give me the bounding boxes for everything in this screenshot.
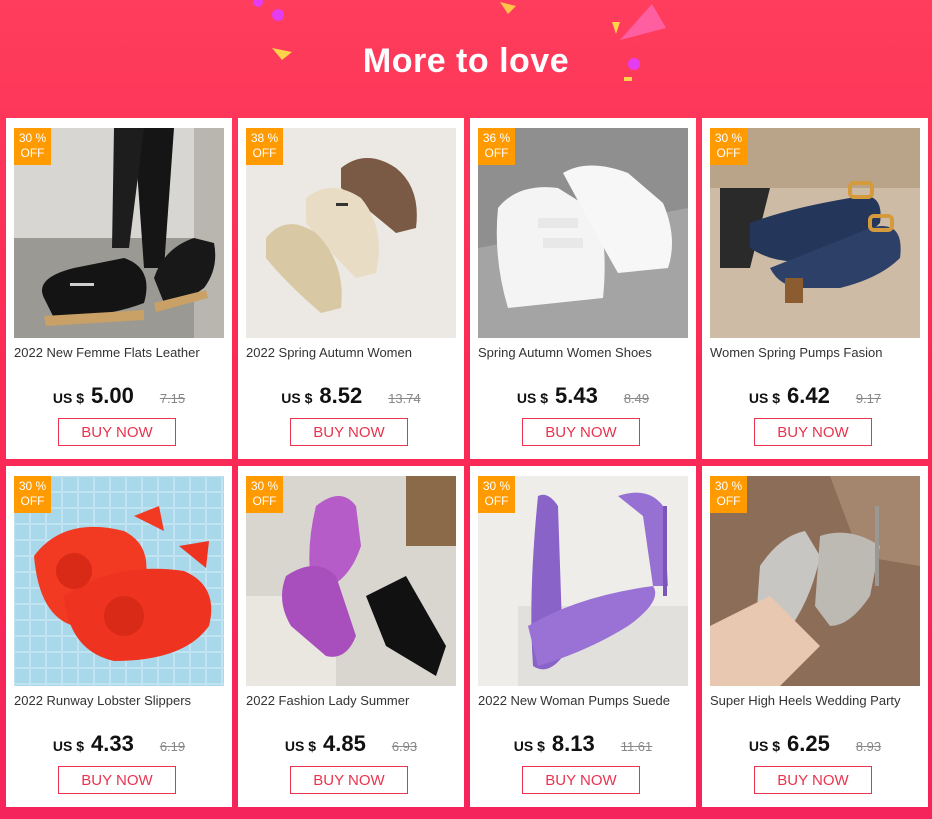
buy-now-button[interactable]: BUY NOW	[522, 418, 640, 446]
buy-now-button[interactable]: BUY NOW	[58, 418, 176, 446]
discount-value: 30 %	[18, 479, 47, 493]
price-row: US $ 4.85 6.93	[238, 731, 464, 757]
discount-badge: 30 % OFF	[14, 128, 51, 165]
price: 4.33	[90, 731, 134, 756]
discount-label: OFF	[716, 494, 741, 508]
buy-now-button[interactable]: BUY NOW	[754, 766, 872, 794]
currency: US $	[748, 390, 780, 406]
discount-badge: 30 % OFF	[710, 476, 747, 513]
original-price: 8.49	[623, 391, 650, 406]
buy-now-button[interactable]: BUY NOW	[58, 766, 176, 794]
currency: US $	[52, 738, 84, 754]
currency: US $	[513, 738, 545, 754]
discount-label: OFF	[716, 146, 741, 160]
price-row: US $ 6.42 9.17	[702, 383, 928, 409]
product-name[interactable]: 2022 Runway Lobster Slippers	[14, 693, 228, 708]
price-row: US $ 6.25 8.93	[702, 731, 928, 757]
product-grid: 30 % OFF 2022 New Femme Flats Leather US…	[6, 118, 928, 807]
product-card[interactable]: 30 % OFF 2022 New Woman Pumps Suede US $…	[470, 466, 696, 807]
original-price: 9.17	[855, 391, 882, 406]
price: 6.42	[786, 383, 830, 408]
original-price: 13.74	[388, 391, 421, 406]
original-price: 11.61	[620, 739, 653, 754]
currency: US $	[281, 390, 313, 406]
buy-now-button[interactable]: BUY NOW	[290, 766, 408, 794]
price-row: US $ 5.43 8.49	[470, 383, 696, 409]
product-name[interactable]: 2022 New Femme Flats Leather	[14, 345, 228, 360]
price-row: US $ 4.33 6.19	[6, 731, 232, 757]
discount-value: 30 %	[714, 131, 743, 145]
discount-value: 38 %	[250, 131, 279, 145]
discount-badge: 30 % OFF	[478, 476, 515, 513]
discount-label: OFF	[484, 146, 509, 160]
price-row: US $ 8.13 11.61	[470, 731, 696, 757]
product-card[interactable]: 30 % OFF Super High Heels Wedding Party …	[702, 466, 928, 807]
discount-badge: 36 % OFF	[478, 128, 515, 165]
buy-now-button[interactable]: BUY NOW	[522, 766, 640, 794]
original-price: 6.93	[391, 739, 418, 754]
discount-label: OFF	[20, 494, 45, 508]
discount-badge: 38 % OFF	[246, 128, 283, 165]
price-row: US $ 5.00 7.15	[6, 383, 232, 409]
currency: US $	[284, 738, 316, 754]
discount-value: 30 %	[18, 131, 47, 145]
discount-badge: 30 % OFF	[14, 476, 51, 513]
price-row: US $ 8.52 13.74	[238, 383, 464, 409]
discount-value: 30 %	[250, 479, 279, 493]
product-card[interactable]: 30 % OFF Women Spring Pumps Fasion US $ …	[702, 118, 928, 459]
currency: US $	[516, 390, 548, 406]
buy-now-button[interactable]: BUY NOW	[754, 418, 872, 446]
product-name[interactable]: 2022 Spring Autumn Women	[246, 345, 460, 360]
product-card[interactable]: 38 % OFF 2022 Spring Autumn Women US $ 8…	[238, 118, 464, 459]
discount-label: OFF	[252, 494, 277, 508]
product-card[interactable]: 30 % OFF 2022 New Femme Flats Leather US…	[6, 118, 232, 459]
product-card[interactable]: 30 % OFF 2022 Runway Lobster Slippers US…	[6, 466, 232, 807]
price: 5.43	[554, 383, 598, 408]
price: 5.00	[90, 383, 134, 408]
discount-label: OFF	[484, 494, 509, 508]
discount-value: 30 %	[482, 479, 511, 493]
price: 4.85	[322, 731, 366, 756]
product-card[interactable]: 36 % OFF Spring Autumn Women Shoes US $ …	[470, 118, 696, 459]
discount-label: OFF	[20, 146, 45, 160]
original-price: 6.19	[159, 739, 186, 754]
product-name[interactable]: 2022 New Woman Pumps Suede	[478, 693, 692, 708]
price: 6.25	[786, 731, 830, 756]
price: 8.52	[319, 383, 363, 408]
buy-now-button[interactable]: BUY NOW	[290, 418, 408, 446]
section-title: More to love	[362, 42, 570, 80]
product-card[interactable]: 30 % OFF 2022 Fashion Lady Summer US $ 4…	[238, 466, 464, 807]
discount-value: 36 %	[482, 131, 511, 145]
product-name[interactable]: Women Spring Pumps Fasion	[710, 345, 924, 360]
product-name[interactable]: Spring Autumn Women Shoes	[478, 345, 692, 360]
discount-value: 30 %	[714, 479, 743, 493]
price: 8.13	[551, 731, 595, 756]
original-price: 8.93	[855, 739, 882, 754]
product-name[interactable]: 2022 Fashion Lady Summer	[246, 693, 460, 708]
discount-badge: 30 % OFF	[710, 128, 747, 165]
header: More to love	[0, 0, 932, 118]
product-name[interactable]: Super High Heels Wedding Party	[710, 693, 924, 708]
discount-badge: 30 % OFF	[246, 476, 283, 513]
original-price: 7.15	[159, 391, 186, 406]
discount-label: OFF	[252, 146, 277, 160]
currency: US $	[52, 390, 84, 406]
currency: US $	[748, 738, 780, 754]
